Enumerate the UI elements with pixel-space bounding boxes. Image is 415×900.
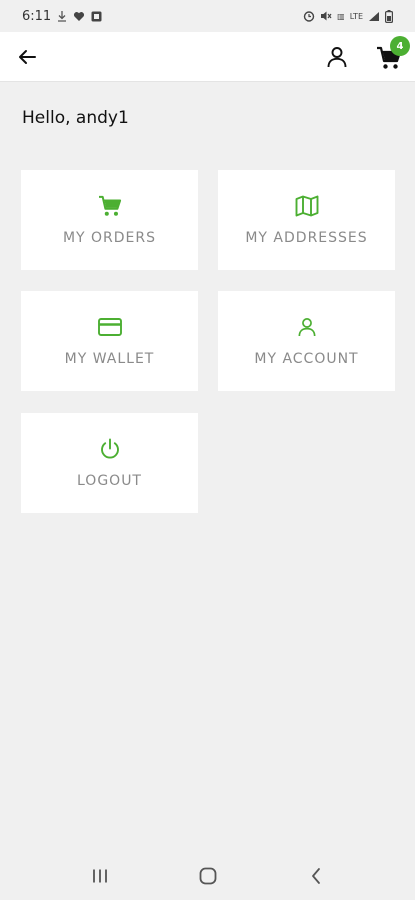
credit-card-icon [97, 318, 122, 336]
logout-label: LOGOUT [77, 473, 142, 489]
wifi-call-icon: ▥ [337, 11, 345, 21]
arrow-left-icon [19, 50, 36, 64]
my-orders-label: MY ORDERS [62, 230, 157, 246]
recents-icon [93, 869, 107, 883]
home-button[interactable] [196, 864, 220, 888]
my-orders-tile[interactable]: MY ORDERS [21, 170, 198, 270]
signal-icon [369, 11, 379, 21]
mute-icon [321, 11, 332, 21]
cart-count-badge: 4 [390, 36, 410, 56]
system-back-button[interactable] [304, 864, 328, 888]
home-icon [199, 867, 217, 885]
heart-icon [74, 11, 85, 21]
logout-tile[interactable]: LOGOUT [21, 413, 198, 513]
app-bar: 4 [0, 32, 415, 82]
network-type: LTE [349, 11, 363, 21]
recents-button[interactable] [88, 864, 112, 888]
user-icon [327, 47, 347, 68]
user-icon [297, 318, 316, 337]
my-addresses-label: MY ADDRESSES [245, 230, 368, 246]
system-nav-bar [0, 852, 415, 900]
account-button[interactable] [324, 44, 350, 70]
my-wallet-tile[interactable]: MY WALLET [21, 291, 198, 391]
greeting-text: Hello, andy1 [22, 108, 129, 128]
map-icon [295, 195, 318, 217]
power-icon [100, 438, 119, 459]
my-account-tile[interactable]: MY ACCOUNT [218, 291, 395, 391]
status-time: 6:11 [22, 8, 52, 24]
my-account-label: MY ACCOUNT [254, 351, 359, 367]
back-button[interactable] [14, 44, 40, 70]
my-addresses-tile[interactable]: MY ADDRESSES [218, 170, 395, 270]
my-wallet-label: MY WALLET [64, 351, 155, 367]
battery-icon [385, 9, 393, 23]
media-icon [91, 11, 102, 21]
download-icon [58, 11, 67, 22]
status-bar: 6:11 ▥ LTE [0, 0, 415, 32]
cart-icon [98, 195, 121, 216]
cart-button[interactable]: 4 [374, 36, 410, 72]
chevron-left-icon [312, 868, 320, 884]
alarm-icon [303, 11, 315, 22]
